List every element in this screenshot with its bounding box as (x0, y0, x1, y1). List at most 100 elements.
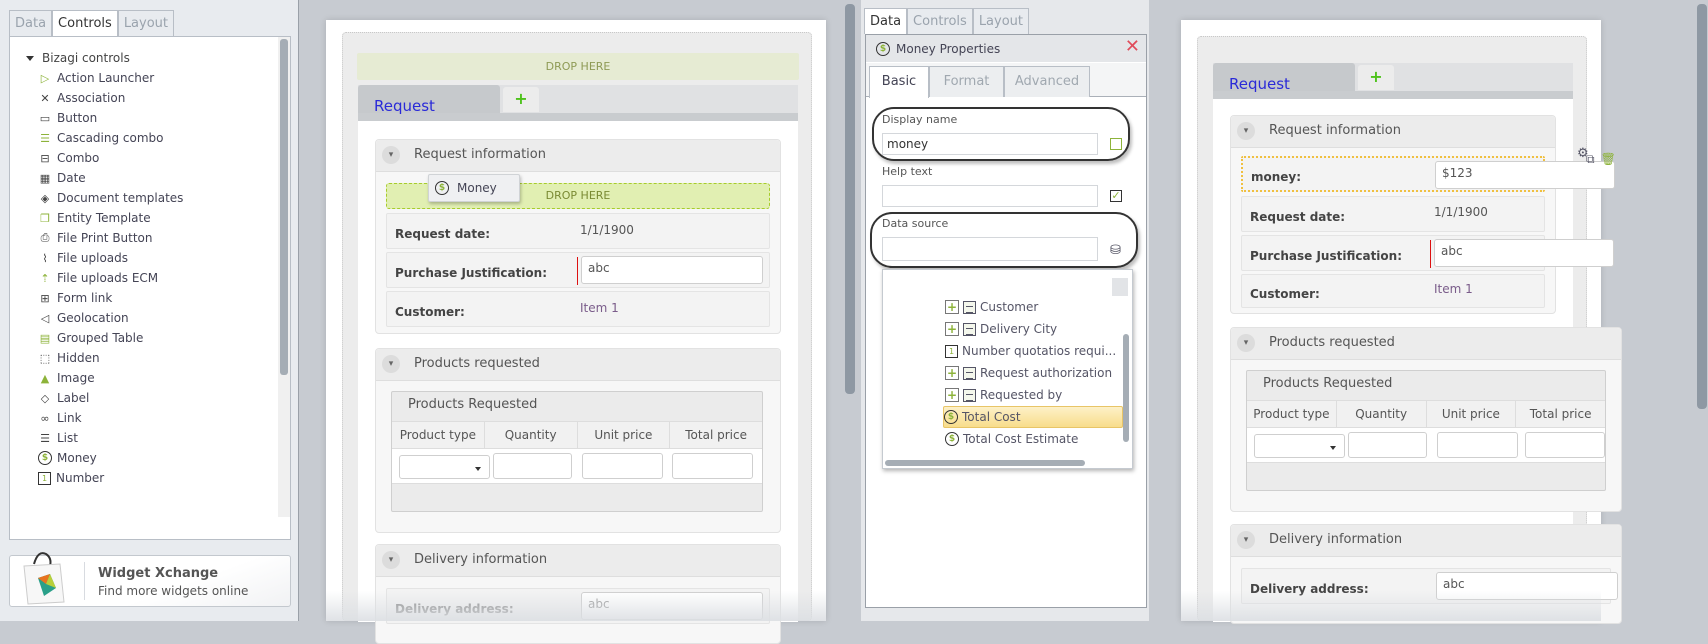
unit-price-input[interactable] (582, 453, 663, 479)
column-header[interactable]: Unit price (1427, 401, 1517, 427)
control-item[interactable]: ⊟ Combo (38, 148, 99, 168)
control-item[interactable]: ◈ Document templates (38, 188, 184, 208)
column-header[interactable]: Total price (1516, 401, 1605, 427)
subtab-advanced[interactable]: Advanced (1004, 66, 1090, 97)
quantity-input[interactable] (1348, 432, 1427, 458)
chevron-down-icon[interactable]: ▾ (1237, 334, 1255, 352)
tab-request[interactable]: Request (358, 85, 500, 115)
data-source-item[interactable]: + Requested by (945, 384, 1062, 406)
form-row-selected[interactable]: money: $123 ⚙ (1241, 146, 1615, 192)
grouped-table-icon: ▤ (39, 331, 51, 345)
control-item[interactable]: 1 Number (38, 468, 104, 488)
canvas-scrollbar[interactable] (845, 4, 855, 394)
control-item[interactable]: ✕ Association (38, 88, 125, 108)
properties-subtabs: Basic Format Advanced (866, 63, 1146, 98)
control-item[interactable]: ▤ Grouped Table (38, 328, 144, 348)
column-header[interactable]: Product type (392, 422, 485, 448)
control-item[interactable]: ▭ Button (38, 108, 97, 128)
tab-data[interactable]: Data (9, 10, 53, 36)
column-header[interactable]: Quantity (1337, 401, 1427, 427)
control-item[interactable]: ☰ Cascading combo (38, 128, 163, 148)
trash-icon[interactable]: 🗑 (1601, 152, 1616, 167)
tree-root-bizagi-controls[interactable]: Bizagi controls (26, 51, 130, 65)
tab-layout[interactable]: Layout (972, 8, 1030, 34)
control-item[interactable]: ⇡ File uploads ECM (38, 268, 158, 288)
data-source-item[interactable]: + Delivery City (945, 318, 1057, 340)
control-item[interactable]: ❐ Entity Template (38, 208, 151, 228)
form-row: Request date: 1/1/1900 (1241, 196, 1545, 232)
group-request-information: ▾ Request information DROP HERE $ Money … (375, 139, 781, 334)
add-tab-button[interactable]: + (503, 87, 539, 112)
dragged-money-control[interactable]: $ Money (428, 174, 520, 202)
column-header[interactable]: Quantity (485, 422, 578, 448)
product-type-select[interactable] (399, 455, 490, 479)
group-header[interactable]: ▾ Request information (1231, 116, 1555, 148)
scroll-up-button[interactable] (1112, 278, 1128, 296)
group-header[interactable]: ▾ Products requested (1231, 328, 1621, 360)
control-item[interactable]: ⬚ Hidden (38, 348, 100, 368)
paperclip-icon: ⌇ (42, 251, 48, 265)
chevron-down-icon[interactable]: ▾ (382, 355, 400, 373)
duplicate-icon[interactable]: ⧉ (1586, 152, 1595, 167)
control-item[interactable]: ⌇ File uploads (38, 248, 128, 268)
expand-icon[interactable]: + (945, 300, 959, 314)
control-item[interactable]: ⊞ Form link (38, 288, 112, 308)
control-item[interactable]: ∞ Link (38, 408, 81, 428)
shopping-bag-icon (23, 552, 65, 605)
group-header[interactable]: ▾ Products requested (376, 349, 780, 381)
control-item[interactable]: ▦ Date (38, 168, 86, 188)
total-price-input[interactable] (672, 453, 753, 479)
chevron-down-icon[interactable]: ▾ (1237, 531, 1255, 549)
expand-icon[interactable]: + (945, 366, 959, 380)
subtab-basic[interactable]: Basic (869, 66, 929, 98)
data-source-item[interactable]: + Customer (945, 296, 1038, 318)
product-type-select[interactable] (1254, 434, 1345, 458)
column-header[interactable]: Unit price (578, 422, 671, 448)
purchase-justification-input[interactable]: abc (581, 256, 763, 284)
expand-icon[interactable]: + (945, 388, 959, 402)
expand-icon[interactable]: + (945, 322, 959, 336)
control-item[interactable]: ☰ List (38, 428, 78, 448)
total-price-input[interactable] (1525, 432, 1605, 458)
data-source-item[interactable]: $ Total Cost Estimate (945, 428, 1078, 450)
dropdown-scrollbar-thumb[interactable] (1123, 334, 1129, 442)
help-text-input[interactable] (882, 185, 1098, 207)
control-item[interactable]: ⎙ File Print Button (38, 228, 153, 248)
control-item[interactable]: ▷ Action Launcher (38, 68, 154, 88)
group-header[interactable]: ▾ Delivery information (1231, 525, 1621, 557)
drop-zone-top[interactable]: DROP HERE (357, 53, 799, 80)
tab-controls[interactable]: Controls (907, 8, 973, 34)
form-tabbar: Request + (1213, 63, 1573, 99)
add-tab-button[interactable]: + (1358, 65, 1394, 90)
canvas-scrollbar[interactable] (1697, 4, 1707, 409)
control-item[interactable]: ◇ Label (38, 388, 90, 408)
tab-data[interactable]: Data (864, 8, 908, 34)
group-header[interactable]: ▾ Delivery information (376, 545, 780, 577)
close-icon[interactable]: ✕ (1125, 38, 1140, 56)
control-item[interactable]: ◁ Geolocation (38, 308, 129, 328)
group-header[interactable]: ▾ Request information (376, 140, 780, 172)
widget-xchange-banner[interactable]: Widget Xchange Find more widgets online (9, 552, 291, 607)
data-source-item[interactable]: + Request authorization (945, 362, 1112, 384)
checkmark-icon[interactable]: ✓ (1110, 190, 1122, 202)
quantity-input[interactable] (493, 453, 572, 479)
tab-controls[interactable]: Controls (52, 10, 118, 36)
column-header[interactable]: Total price (670, 422, 762, 448)
scrollbar-thumb[interactable] (280, 39, 288, 375)
purchase-justification-input[interactable]: abc (1434, 239, 1614, 267)
subtab-format[interactable]: Format (929, 66, 1004, 97)
scrollbar-track[interactable] (278, 37, 290, 517)
control-item[interactable]: ▲ Image (38, 368, 95, 388)
control-item[interactable]: $ Money (38, 448, 97, 468)
collapse-triangle-icon[interactable] (26, 55, 34, 61)
tab-layout[interactable]: Layout (117, 10, 175, 36)
chevron-down-icon[interactable]: ▾ (382, 146, 400, 164)
column-header[interactable]: Product type (1247, 401, 1337, 427)
chevron-down-icon[interactable]: ▾ (382, 551, 400, 569)
unit-price-input[interactable] (1437, 432, 1518, 458)
dropdown-hscrollbar[interactable] (885, 460, 1085, 466)
chevron-down-icon[interactable]: ▾ (1237, 122, 1255, 140)
tab-request[interactable]: Request (1213, 63, 1355, 93)
data-source-item[interactable]: 1 Number quotatios requi... (945, 340, 1116, 362)
data-source-item-selected[interactable]: $ Total Cost (943, 406, 1123, 428)
